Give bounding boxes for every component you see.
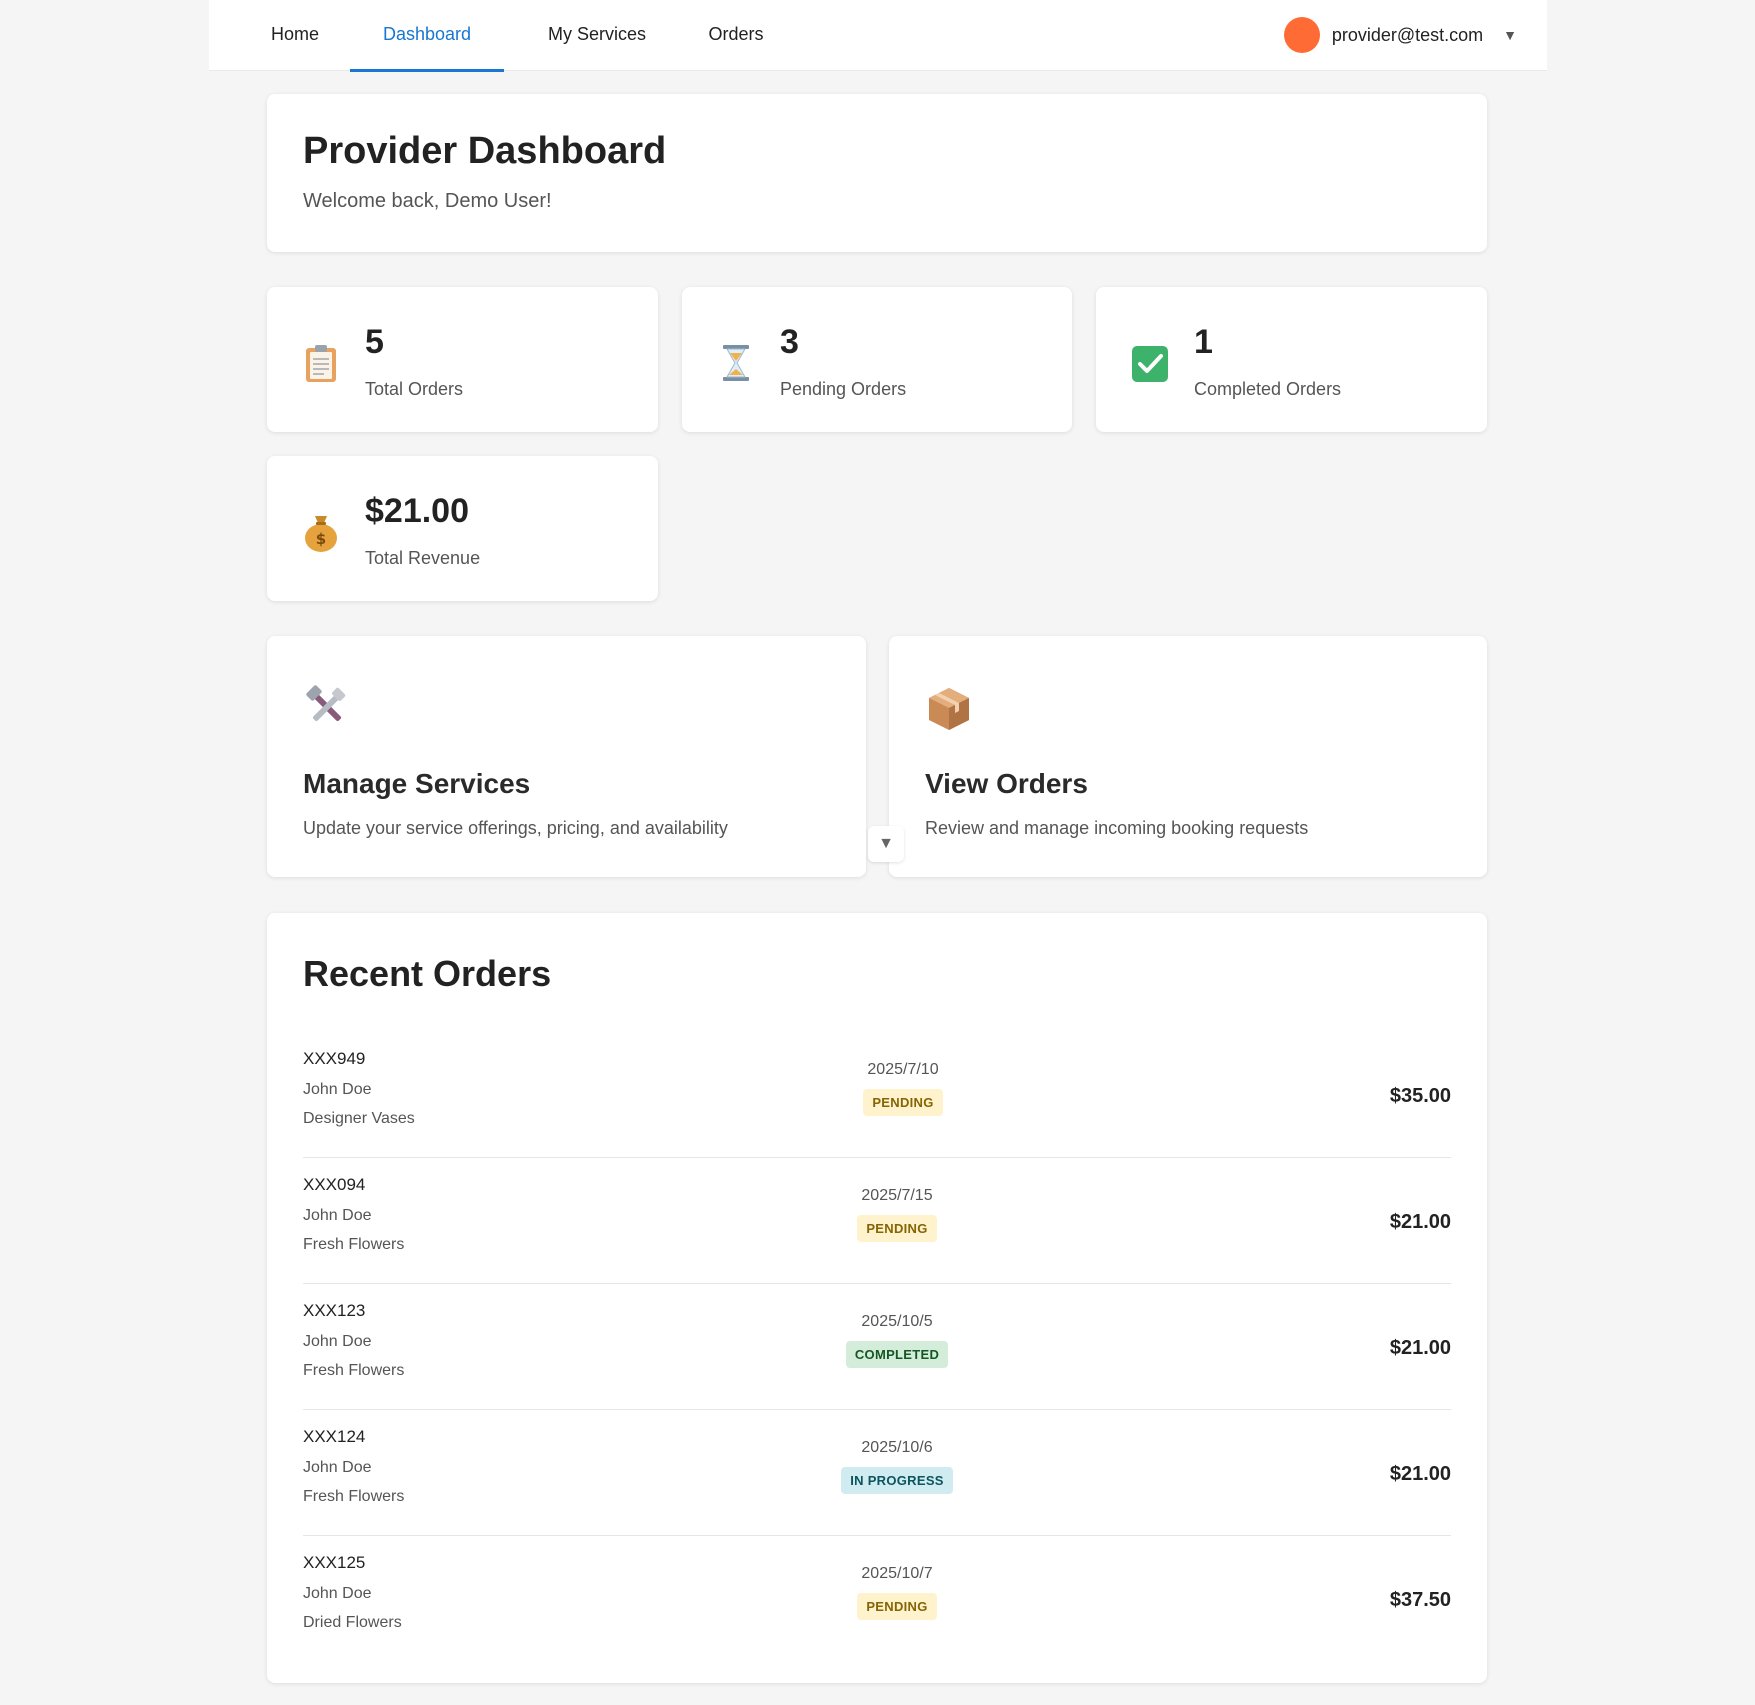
- order-row[interactable]: XXX123 John Doe Fresh Flowers 2025/10/5 …: [303, 1283, 1451, 1410]
- pending-orders-label: Pending Orders: [780, 379, 907, 399]
- user-menu[interactable]: provider@test.com ▼: [1283, 17, 1517, 53]
- order-row[interactable]: XXX124 John Doe Fresh Flowers 2025/10/6 …: [303, 1409, 1451, 1536]
- recent-orders-title: Recent Orders: [303, 953, 552, 994]
- nav-my-services[interactable]: My Services: [536, 0, 658, 70]
- user-email: provider@test.com: [1331, 24, 1484, 45]
- total-revenue-value: $21.00: [365, 492, 469, 530]
- clipboard-icon: [306, 345, 336, 382]
- stat-card-pending-orders: 3 Pending Orders: [682, 287, 1072, 432]
- order-date: 2025/10/6: [861, 1439, 933, 1456]
- pending-orders-value: 3: [780, 323, 799, 361]
- order-number: XXX949: [303, 1049, 366, 1068]
- order-date: 2025/7/10: [867, 1061, 939, 1078]
- order-date: 2025/10/7: [861, 1565, 933, 1582]
- order-number: XXX123: [303, 1301, 366, 1320]
- manage-services-title: Manage Services: [303, 768, 531, 799]
- order-amount: $21.00: [1389, 1337, 1451, 1359]
- order-service: Fresh Flowers: [303, 1488, 405, 1505]
- order-customer: John Doe: [303, 1459, 372, 1476]
- order-service: Designer Vases: [303, 1110, 415, 1127]
- status-badge: IN PROGRESS: [841, 1467, 953, 1494]
- tools-icon: [306, 685, 346, 722]
- order-date: 2025/10/5: [861, 1313, 933, 1330]
- order-customer: John Doe: [303, 1333, 372, 1350]
- order-service: Fresh Flowers: [303, 1362, 405, 1379]
- avatar[interactable]: [1283, 17, 1320, 53]
- hourglass-icon: [723, 345, 749, 381]
- total-orders-value: 5: [365, 323, 384, 361]
- view-orders-card[interactable]: View Orders Review and manage incoming b…: [889, 636, 1487, 877]
- order-number: XXX094: [303, 1175, 366, 1194]
- total-revenue-label: Total Revenue: [365, 548, 481, 568]
- nav-dashboard[interactable]: Dashboard: [350, 0, 504, 72]
- order-row[interactable]: XXX094 John Doe Fresh Flowers 2025/7/15 …: [303, 1157, 1451, 1284]
- status-badge: PENDING: [857, 1215, 937, 1242]
- order-service: Fresh Flowers: [303, 1236, 405, 1253]
- status-badge: COMPLETED: [845, 1341, 949, 1368]
- stat-card-total-revenue: $ $21.00 Total Revenue: [267, 456, 658, 601]
- chevron-down-icon[interactable]: ▼: [1503, 27, 1517, 43]
- page-title: Provider Dashboard: [303, 130, 667, 172]
- package-icon: [929, 688, 969, 730]
- manage-services-card[interactable]: Manage Services Update your service offe…: [267, 636, 866, 877]
- nav-home[interactable]: Home: [267, 0, 323, 70]
- status-badge: PENDING: [863, 1089, 943, 1116]
- order-number: XXX125: [303, 1553, 366, 1572]
- completed-orders-label: Completed Orders: [1194, 379, 1342, 399]
- order-number: XXX124: [303, 1427, 366, 1446]
- welcome-text: Welcome back, Demo User!: [303, 190, 552, 212]
- dashboard-header: Provider Dashboard Welcome back, Demo Us…: [267, 94, 1487, 252]
- stat-card-total-orders: 5 Total Orders: [267, 287, 658, 432]
- recent-orders-panel: Recent Orders XXX949 John Doe Designer V…: [267, 913, 1487, 1683]
- order-amount: $21.00: [1389, 1211, 1451, 1233]
- manage-services-desc: Update your service offerings, pricing, …: [303, 818, 728, 838]
- stat-card-completed-orders: 1 Completed Orders: [1096, 287, 1487, 432]
- order-row[interactable]: XXX949 John Doe Designer Vases 2025/7/10…: [303, 1031, 1451, 1158]
- check-icon: [1132, 346, 1168, 382]
- order-customer: John Doe: [303, 1081, 372, 1098]
- order-service: Dried Flowers: [303, 1614, 402, 1631]
- chevron-down-icon[interactable]: ▼: [868, 826, 904, 862]
- nav-orders[interactable]: Orders: [703, 0, 769, 70]
- svg-text:$: $: [316, 530, 326, 548]
- top-nav: Home Dashboard My Services Orders provid…: [209, 0, 1547, 72]
- order-row[interactable]: XXX125 John Doe Dried Flowers 2025/10/7 …: [303, 1535, 1451, 1661]
- order-customer: John Doe: [303, 1585, 372, 1602]
- money-bag-icon: $: [305, 516, 337, 552]
- order-amount: $21.00: [1389, 1463, 1451, 1485]
- view-orders-desc: Review and manage incoming booking reque…: [925, 818, 1309, 838]
- order-amount: $35.00: [1389, 1085, 1451, 1107]
- total-orders-label: Total Orders: [365, 379, 464, 399]
- status-badge: PENDING: [857, 1593, 937, 1620]
- order-customer: John Doe: [303, 1207, 372, 1224]
- order-date: 2025/7/15: [861, 1187, 933, 1204]
- order-amount: $37.50: [1389, 1589, 1451, 1611]
- completed-orders-value: 1: [1194, 323, 1213, 361]
- view-orders-title: View Orders: [925, 768, 1088, 799]
